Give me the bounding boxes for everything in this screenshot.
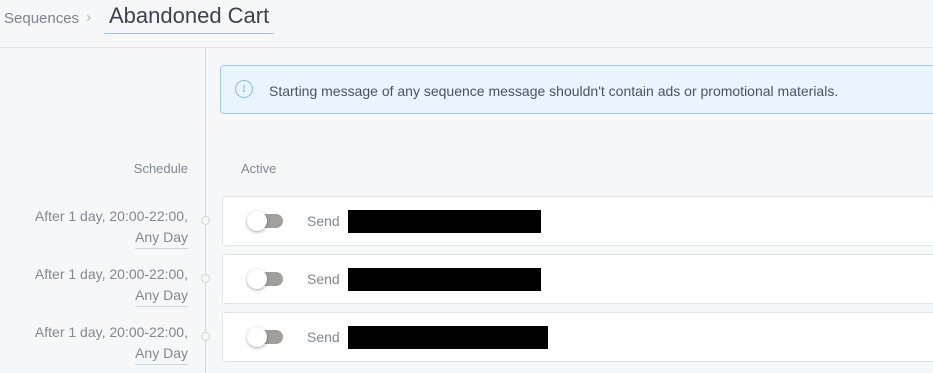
schedule-days: Any Day <box>135 227 188 249</box>
send-label: Send <box>307 271 340 287</box>
timeline-dot <box>201 274 210 283</box>
toggle-knob <box>247 211 267 231</box>
info-notice: i Starting message of any sequence messa… <box>220 65 933 114</box>
sequence-row: After 1 day, 20:00-22:00, Any Day Send <box>0 312 933 365</box>
schedule-link[interactable]: After 1 day, 20:00-22:00, Any Day <box>35 322 188 365</box>
sequence-row: After 1 day, 20:00-22:00, Any Day Send <box>0 196 933 249</box>
timeline-dot <box>201 332 210 341</box>
schedule-column-header: Schedule <box>133 161 188 176</box>
active-toggle[interactable] <box>247 211 283 231</box>
sequence-row: After 1 day, 20:00-22:00, Any Day Send <box>0 254 933 307</box>
active-toggle[interactable] <box>247 269 283 289</box>
page-header: Sequences › Abandoned Cart <box>0 0 933 48</box>
message-card[interactable]: Send <box>222 196 933 246</box>
schedule-days: Any Day <box>135 285 188 307</box>
schedule-link[interactable]: After 1 day, 20:00-22:00, Any Day <box>35 264 188 307</box>
send-label: Send <box>307 213 340 229</box>
schedule-days: Any Day <box>135 343 188 365</box>
message-card[interactable]: Send <box>222 312 933 362</box>
toggle-knob <box>247 269 267 289</box>
send-label: Send <box>307 329 340 345</box>
redacted-message-name <box>348 268 541 291</box>
schedule-time: After 1 day, 20:00-22:00, <box>34 266 188 282</box>
info-notice-text: Starting message of any sequence message… <box>269 83 839 99</box>
timeline-dot <box>201 216 210 225</box>
schedule-link[interactable]: After 1 day, 20:00-22:00, Any Day <box>35 206 188 249</box>
toggle-knob <box>247 327 267 347</box>
active-column-header: Active <box>241 161 277 176</box>
info-icon: i <box>235 80 253 98</box>
message-card[interactable]: Send <box>222 254 933 304</box>
breadcrumb-sequences-link[interactable]: Sequences <box>4 10 79 27</box>
active-toggle[interactable] <box>247 327 283 347</box>
chevron-right-icon: › <box>86 9 92 26</box>
redacted-message-name <box>348 210 541 233</box>
schedule-time: After 1 day, 20:00-22:00, <box>34 208 188 224</box>
sequence-title-input[interactable]: Abandoned Cart <box>104 3 275 34</box>
schedule-time: After 1 day, 20:00-22:00, <box>34 324 188 340</box>
redacted-message-name <box>348 326 548 349</box>
